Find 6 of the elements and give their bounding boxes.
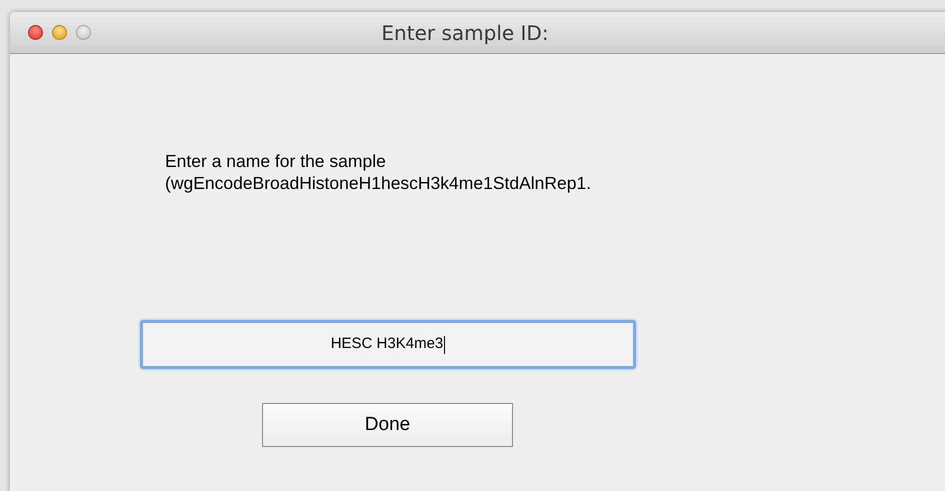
window-title: Enter sample ID: <box>381 20 549 46</box>
prompt-text: Enter a name for the sample (wgEncodeBroadHistoneH1hescH3k4me1StdAlnRep1. <box>165 150 592 194</box>
zoom-icon <box>76 25 91 40</box>
name-input-field[interactable]: HESC H3K4me3 <box>140 320 636 369</box>
close-icon[interactable] <box>28 25 43 40</box>
done-button[interactable]: Done <box>262 403 513 447</box>
